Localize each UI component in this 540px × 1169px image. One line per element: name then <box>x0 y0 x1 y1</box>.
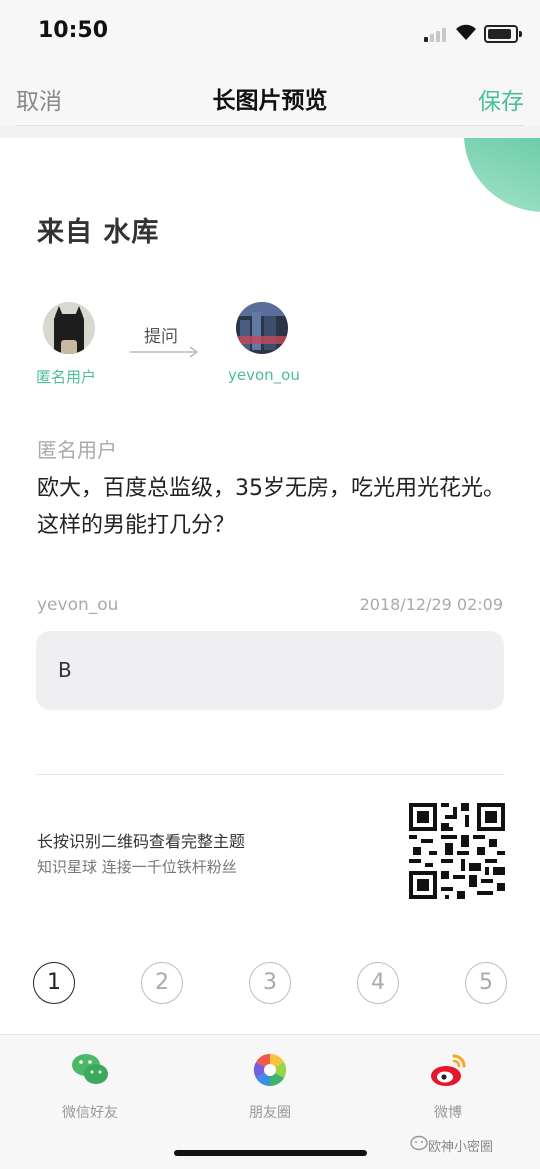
page-title: 长图片预览 <box>212 88 328 114</box>
home-indicator[interactable] <box>174 1150 367 1156</box>
battery-icon <box>484 25 522 43</box>
page-selector: 1 2 3 4 5 <box>0 928 540 1034</box>
qr-instruction: 长按识别二维码查看完整主题 <box>37 832 246 851</box>
qr-code-icon[interactable] <box>409 803 505 899</box>
share-weibo-label: 微博 <box>434 1105 462 1121</box>
ask-label: 提问 <box>144 327 178 347</box>
question-text: 欧大，百度总监级，35岁无房，吃光用光花光。这样的男能打几分？ <box>37 476 505 538</box>
source-group-title: 来自 水库 <box>37 217 160 248</box>
share-moments-label: 朋友圈 <box>249 1105 291 1121</box>
page-5-button[interactable]: 5 <box>465 962 507 1004</box>
answer-timestamp: 2018/12/29 02:09 <box>359 595 503 614</box>
page-1-button[interactable]: 1 <box>33 962 75 1004</box>
share-moments-button[interactable]: 朋友圈 <box>220 1050 320 1122</box>
arrow-right-icon <box>130 346 199 358</box>
wifi-icon <box>456 24 476 40</box>
asker-avatar-name: 匿名用户 <box>36 368 97 386</box>
asker-avatar <box>43 302 95 354</box>
page-3-button[interactable]: 3 <box>249 962 291 1004</box>
page-4-button[interactable]: 4 <box>357 962 399 1004</box>
nav-bar: 取消 长图片预览 保存 <box>0 64 540 126</box>
moments-icon <box>253 1053 287 1087</box>
watermark-icon <box>410 1135 428 1151</box>
answer-text: B <box>58 658 72 682</box>
corner-decoration <box>464 138 540 212</box>
share-weibo-button[interactable]: 微博 <box>398 1050 498 1122</box>
wechat-icon <box>72 1054 108 1084</box>
preview-card[interactable]: 来自 水库 匿名用户 提问 yevon_ou 匿名用户 欧大，百度总监级，35岁… <box>0 138 540 928</box>
answerer-avatar-name: yevon_ou <box>228 366 300 384</box>
answerer-name: yevon_ou <box>37 595 119 615</box>
answerer-avatar <box>236 302 288 354</box>
save-button[interactable]: 保存 <box>478 82 524 116</box>
page-2-button[interactable]: 2 <box>141 962 183 1004</box>
qr-tagline: 知识星球 连接一千位铁杆粉丝 <box>37 858 237 876</box>
answer-box: B <box>36 631 504 710</box>
divider <box>36 774 504 775</box>
nav-divider <box>16 125 524 126</box>
asker-name: 匿名用户 <box>37 438 117 462</box>
share-wechat-label: 微信好友 <box>62 1105 118 1121</box>
status-time: 10:50 <box>38 18 109 43</box>
watermark-text: 欧神小密圈 <box>428 1140 494 1155</box>
status-bar: 10:50 <box>0 0 540 64</box>
weibo-icon <box>431 1054 466 1086</box>
share-wechat-button[interactable]: 微信好友 <box>40 1050 140 1122</box>
cellular-signal-icon <box>424 26 450 42</box>
